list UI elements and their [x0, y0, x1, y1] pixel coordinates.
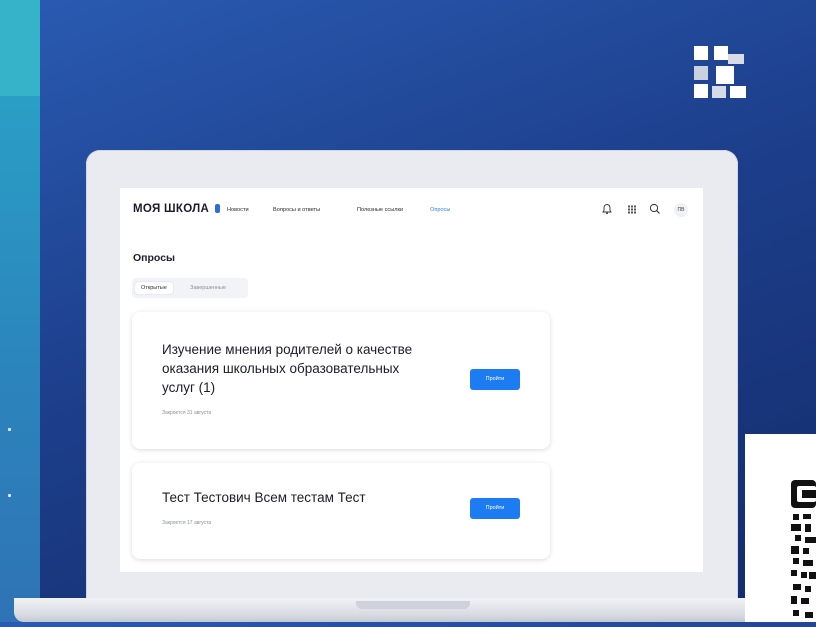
user-avatar[interactable]: ПВ [674, 203, 688, 217]
nav-item-surveys[interactable]: Опросы [430, 207, 450, 213]
bell-icon[interactable] [600, 202, 614, 216]
survey-card[interactable]: Изучение мнения родителей о качестве ока… [132, 312, 550, 449]
survey-title-line: Тест Тестович Всем тестам Тест [162, 490, 366, 505]
survey-title: Изучение мнения родителей о качестве ока… [162, 340, 412, 397]
survey-card[interactable]: Тест Тестович Всем тестам Тест Закроется… [132, 463, 550, 559]
survey-tabs: Открытые Завершенные [132, 278, 248, 298]
start-survey-button[interactable]: Пройти [470, 498, 520, 519]
brand-logo-icon [694, 46, 746, 98]
laptop-notch [356, 601, 470, 609]
survey-close-date: Закроется 31 августа [162, 410, 212, 416]
brand-name: МОЯ ШКОЛА [133, 203, 210, 215]
qr-code-panel [745, 434, 816, 622]
search-icon[interactable] [648, 202, 662, 216]
nav-item-news[interactable]: Новости [227, 207, 249, 213]
grid-icon[interactable] [625, 202, 639, 216]
survey-title: Тест Тестович Всем тестам Тест [162, 488, 366, 507]
tab-open[interactable]: Открытые [135, 282, 173, 294]
brand-badge-icon [215, 204, 221, 213]
nav-item-faq[interactable]: Вопросы и ответы [273, 207, 320, 213]
survey-title-line: оказания школьных образовательных [162, 361, 400, 376]
left-decor-mark [8, 494, 11, 497]
tab-completed[interactable]: Завершенные [184, 282, 232, 294]
survey-title-line: услуг (1) [162, 380, 216, 395]
nav-item-links[interactable]: Полезные ссылки [357, 207, 403, 213]
survey-title-line: Изучение мнения родителей о качестве [162, 342, 413, 357]
laptop-screen: МОЯ ШКОЛА Новости Вопросы и ответы Полез… [120, 188, 703, 572]
start-survey-button[interactable]: Пройти [470, 369, 520, 390]
page-title: Опросы [133, 252, 176, 264]
left-decor-strip [0, 0, 40, 622]
qr-code-icon [791, 480, 816, 618]
survey-close-date: Закроется 17 августа [162, 520, 212, 526]
app-header: МОЯ ШКОЛА Новости Вопросы и ответы Полез… [120, 188, 703, 232]
left-decor-mark [8, 428, 11, 431]
brand-logo[interactable]: МОЯ ШКОЛА [133, 203, 221, 215]
left-decor-band [0, 0, 40, 96]
